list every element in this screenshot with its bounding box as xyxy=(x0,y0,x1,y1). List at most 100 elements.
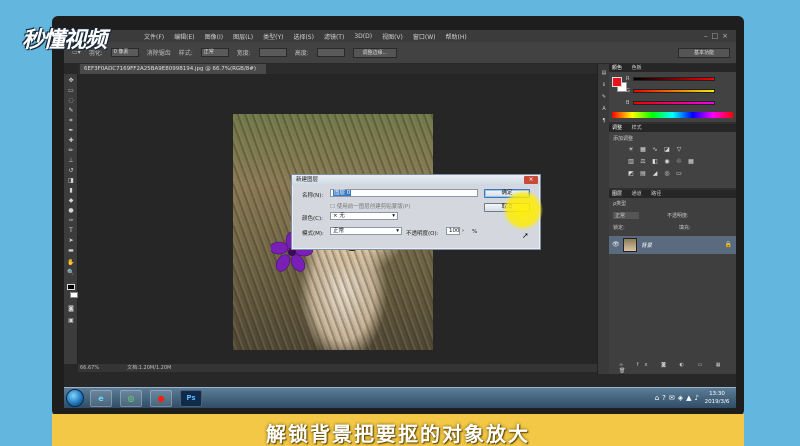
vibrance-icon[interactable]: ▽ xyxy=(675,146,683,153)
hand-tool-icon[interactable]: ✋ xyxy=(67,260,75,266)
layer-name-input[interactable]: 图层 0 xyxy=(330,189,478,197)
layer-name[interactable]: 背景 xyxy=(641,241,652,249)
opacity-stepper[interactable]: › xyxy=(462,228,464,234)
selective-color-icon[interactable]: ◎ xyxy=(663,170,671,177)
height-input[interactable] xyxy=(316,48,345,57)
exposure-icon[interactable]: ◪ xyxy=(663,146,671,153)
dialog-titlebar[interactable]: 新建图层 × xyxy=(292,175,540,185)
green-slider[interactable] xyxy=(633,89,715,93)
feather-input[interactable]: 0 像素 xyxy=(110,48,139,57)
workspace-select[interactable]: 基本功能 xyxy=(678,47,730,58)
brightness-icon[interactable]: ☀ xyxy=(627,146,635,153)
antialias-checkbox[interactable]: 消除锯齿 xyxy=(147,48,171,57)
gradient-map-icon[interactable]: ▭ xyxy=(675,170,683,177)
tab-styles[interactable]: 样式 xyxy=(632,125,642,131)
color-spectrum[interactable] xyxy=(612,112,733,118)
move-tool-icon[interactable]: ✥ xyxy=(67,78,75,84)
properties-panel-icon[interactable]: ℹ xyxy=(601,82,607,88)
menu-file[interactable]: 文件(F) xyxy=(144,32,164,41)
pen-tool-icon[interactable]: ✑ xyxy=(67,218,75,224)
tab-layers[interactable]: 图层 xyxy=(612,191,622,197)
ie-taskbar-button[interactable]: e xyxy=(90,390,112,407)
eye-icon[interactable]: 👁 xyxy=(612,241,620,248)
type-tool-icon[interactable]: T xyxy=(67,228,75,234)
clip-mask-checkbox[interactable]: ☐ 使用前一图层创建剪贴蒙版(P) xyxy=(330,202,410,210)
tab-channels[interactable]: 通道 xyxy=(632,191,642,197)
lasso-tool-icon[interactable]: ◌ xyxy=(67,98,75,104)
curves-icon[interactable]: ∿ xyxy=(651,146,659,153)
mode-select[interactable]: 正常 ▾ xyxy=(330,227,402,235)
eraser-tool-icon[interactable]: ◨ xyxy=(67,178,75,184)
quick-select-tool-icon[interactable]: ✎ xyxy=(67,108,75,114)
photo-filter-icon[interactable]: ◉ xyxy=(663,158,671,165)
color-select[interactable]: × 无 ▾ xyxy=(330,212,398,220)
blend-mode-select[interactable]: 正常 xyxy=(613,212,640,219)
blue-slider[interactable] xyxy=(633,101,715,105)
history-brush-tool-icon[interactable]: ↺ xyxy=(67,168,75,174)
dodge-tool-icon[interactable]: ● xyxy=(67,208,75,214)
document-tab[interactable]: 6EF3F0ADC7169FF2A25BA9E80998194.jpg @ 66… xyxy=(80,64,266,74)
refine-edge-button[interactable]: 调整边缘... xyxy=(352,47,397,58)
hue-icon[interactable]: ▥ xyxy=(627,158,635,165)
lock-icon[interactable]: 🔒 xyxy=(725,241,732,248)
shape-tool-icon[interactable]: ▬ xyxy=(67,248,75,254)
layer-row-background[interactable]: 👁 背景 🔒 xyxy=(609,236,736,254)
healing-tool-icon[interactable]: ✚ xyxy=(67,138,75,144)
screen-mode-icon[interactable]: ▣ xyxy=(67,318,75,324)
brush-tool-icon[interactable]: ✏ xyxy=(67,148,75,154)
quick-mask-icon[interactable]: ◙ xyxy=(67,306,75,312)
canvas-area[interactable]: 新建图层 × 名称(N): 图层 0 ☐ 使用前一图层创建剪贴蒙版(P) 颜色(… xyxy=(79,74,597,364)
posterize-icon[interactable]: ▤ xyxy=(639,170,647,177)
paragraph-panel-icon[interactable]: ¶ xyxy=(601,118,607,124)
red-slider[interactable] xyxy=(633,77,715,81)
foreground-color-swatch[interactable] xyxy=(67,284,75,290)
menu-edit[interactable]: 编辑(E) xyxy=(174,32,194,41)
photoshop-taskbar-button[interactable]: Ps xyxy=(180,390,202,407)
style-select[interactable]: 正常 xyxy=(200,48,229,57)
history-panel-icon[interactable]: ▤ xyxy=(601,70,607,76)
foreground-swatch[interactable] xyxy=(612,77,622,87)
menu-window[interactable]: 窗口(W) xyxy=(413,32,436,41)
brush-panel-icon[interactable]: ✎ xyxy=(601,94,607,100)
system-tray-icons[interactable]: ⌂?✉◈▲♪ xyxy=(655,394,702,402)
mixer-icon[interactable]: ♲ xyxy=(675,158,683,165)
crop-tool-icon[interactable]: ⌗ xyxy=(67,118,75,124)
menu-filter[interactable]: 滤镜(T) xyxy=(324,32,344,41)
kind-filter[interactable]: ρ类型 xyxy=(613,200,626,207)
blur-tool-icon[interactable]: ◆ xyxy=(67,198,75,204)
menu-type[interactable]: 类型(Y) xyxy=(263,32,283,41)
browser-taskbar-button[interactable]: ◎ xyxy=(120,390,142,407)
clock[interactable]: 13:30 2019/3/6 xyxy=(702,390,732,406)
tab-paths[interactable]: 路径 xyxy=(651,191,661,197)
marquee-tool-icon[interactable]: ▭ xyxy=(67,88,75,94)
gradient-tool-icon[interactable]: ▮ xyxy=(67,188,75,194)
zoom-readout[interactable]: 66.67% xyxy=(80,364,99,372)
lookup-icon[interactable]: ▦ xyxy=(687,158,695,165)
bw-icon[interactable]: ◧ xyxy=(651,158,659,165)
tab-adjustments[interactable]: 调整 xyxy=(612,125,622,131)
path-select-tool-icon[interactable]: ➤ xyxy=(67,238,75,244)
character-panel-icon[interactable]: A xyxy=(601,106,607,112)
levels-icon[interactable]: ▦ xyxy=(639,146,647,153)
menu-layer[interactable]: 图层(L) xyxy=(233,32,253,41)
opacity-input[interactable]: 100 xyxy=(446,227,460,235)
stamp-tool-icon[interactable]: ⊥ xyxy=(67,158,75,164)
zoom-tool-icon[interactable]: 🔍 xyxy=(67,270,75,276)
tab-color[interactable]: 颜色 xyxy=(612,65,622,71)
close-icon[interactable]: × xyxy=(524,176,538,184)
background-color-swatch[interactable] xyxy=(70,292,78,298)
menu-view[interactable]: 视图(V) xyxy=(382,32,403,41)
menu-select[interactable]: 选择(S) xyxy=(293,32,314,41)
window-controls[interactable]: –□× xyxy=(704,32,732,40)
menu-image[interactable]: 图像(I) xyxy=(205,32,223,41)
doc-size-readout[interactable]: 文档:1.20M/1.20M xyxy=(127,364,171,372)
menu-help[interactable]: 帮助(H) xyxy=(446,32,467,41)
invert-icon[interactable]: ◩ xyxy=(627,170,635,177)
recorder-taskbar-button[interactable]: ● xyxy=(150,390,172,407)
tab-swatches[interactable]: 色板 xyxy=(632,65,642,71)
eyedropper-tool-icon[interactable]: ✒ xyxy=(67,128,75,134)
width-input[interactable] xyxy=(258,48,287,57)
menu-3d[interactable]: 3D(D) xyxy=(354,33,372,40)
balance-icon[interactable]: ⚖ xyxy=(639,158,647,165)
threshold-icon[interactable]: ◢ xyxy=(651,170,659,177)
